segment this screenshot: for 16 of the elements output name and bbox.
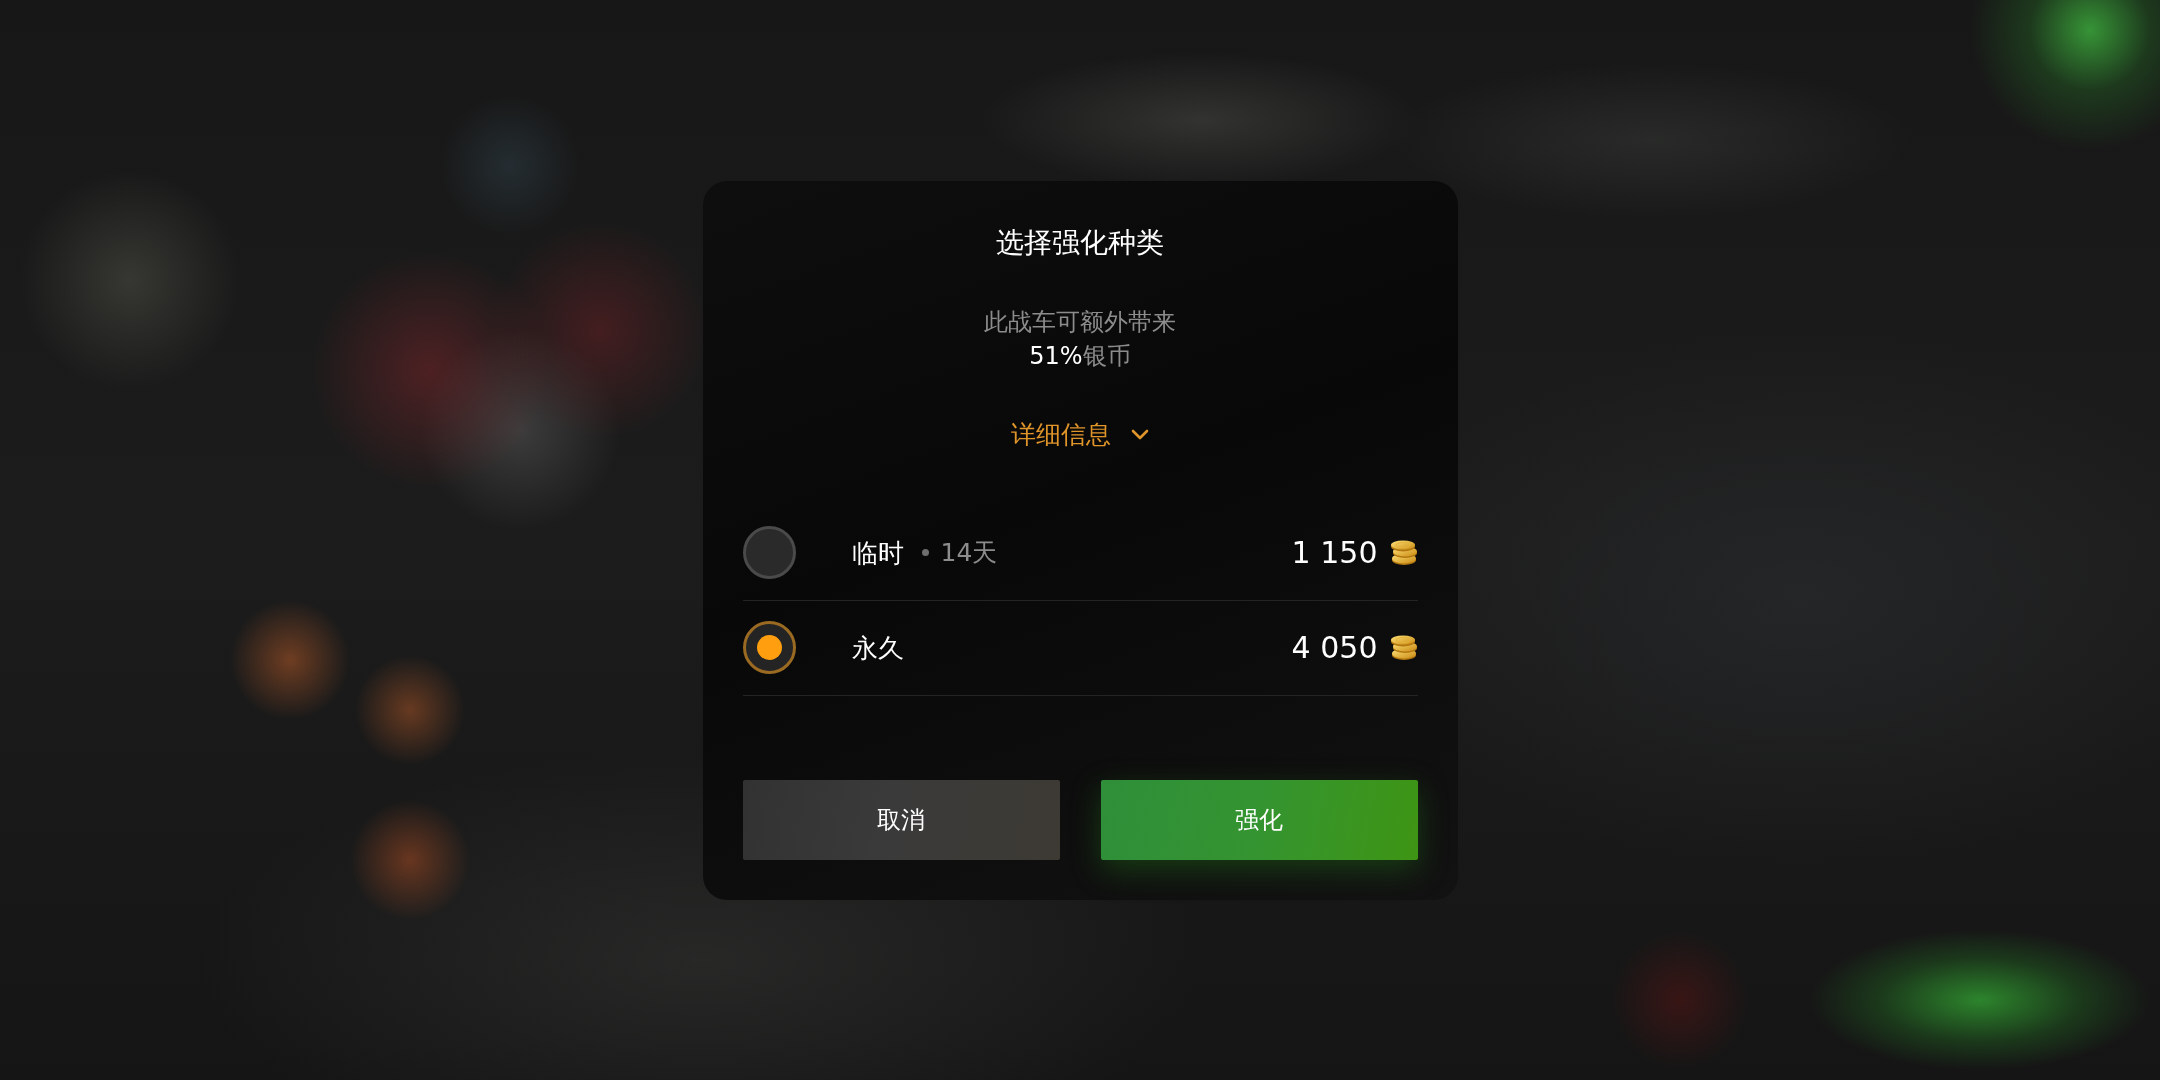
description-text: 此战车可额外带来 51%银币	[984, 306, 1176, 372]
confirm-button[interactable]: 强化	[1100, 779, 1418, 860]
details-toggle[interactable]: 详细信息	[1011, 416, 1149, 453]
coins-icon	[1389, 539, 1418, 566]
duration-text: 14天	[940, 536, 998, 569]
price-text: 4 050	[1291, 628, 1378, 667]
coins-icon	[1389, 634, 1418, 661]
radio-button[interactable]	[742, 621, 796, 674]
radio-button[interactable]	[742, 526, 796, 579]
dot-icon	[921, 549, 929, 556]
option-label: 永久	[851, 631, 904, 665]
cancel-button[interactable]: 取消	[742, 779, 1060, 860]
price-text: 1 150	[1291, 533, 1378, 572]
option-label: 临时	[851, 536, 904, 570]
dialog-title: 选择强化种类	[996, 224, 1164, 261]
chevron-icon	[1131, 429, 1149, 440]
